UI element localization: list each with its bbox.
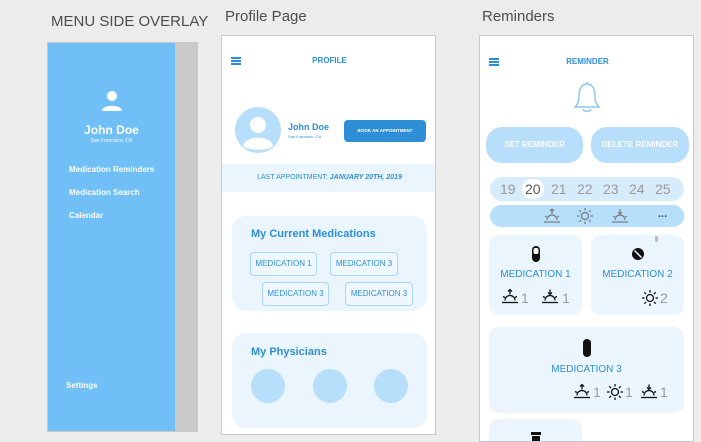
medication-chip[interactable]: MEDICATION 3 <box>345 282 413 306</box>
overlay-dim[interactable] <box>175 43 197 431</box>
caption-reminders: Reminders <box>482 8 555 25</box>
menu-user-name: John Doe <box>84 123 139 137</box>
sunset-icon <box>542 289 558 304</box>
user-icon <box>102 91 122 111</box>
sunrise-icon <box>574 383 590 399</box>
dose-count: 1 <box>521 290 529 306</box>
capsule-icon <box>583 339 591 357</box>
time-filter-strip: ... <box>490 205 684 227</box>
pill-bottle-icon <box>531 432 541 441</box>
caption-menu: MENU SIDE OVERLAY <box>51 13 209 30</box>
current-medications-card: My Current Medications MEDICATION 1 MEDI… <box>232 216 427 311</box>
menu-user-location: San Francisco, CA <box>90 138 133 144</box>
physicians-card: My Physicians <box>232 333 427 428</box>
physician-avatar[interactable] <box>374 369 408 403</box>
date-item[interactable]: 22 <box>577 181 593 197</box>
menu-item-calendar[interactable]: Calendar <box>69 211 103 220</box>
book-appointment-button[interactable]: BOOK AN APPOINTMENT <box>344 120 426 142</box>
delete-reminder-button[interactable]: DELETE REMINDER <box>591 127 689 163</box>
date-item[interactable]: 23 <box>603 181 619 197</box>
reminder-screen: REMINDER SET REMINDER DELETE REMINDER 19… <box>479 35 694 442</box>
date-item[interactable]: 21 <box>551 181 567 197</box>
dose-count: 1 <box>593 384 601 400</box>
capsule-icon <box>532 246 540 262</box>
pill-icon <box>632 248 644 260</box>
medication-name: MEDICATION 1 <box>500 269 571 280</box>
profile-user-location: San Francisco, CA <box>288 134 322 139</box>
last-appointment-bar: LAST APPOINTMENT: JANUARY 20TH, 2019 <box>222 164 435 192</box>
side-menu: John Doe San Francisco, CA Medication Re… <box>48 43 175 431</box>
date-item[interactable]: 25 <box>655 181 671 197</box>
medication-reminder-card[interactable]: MEDICATION 2 2 <box>591 235 684 315</box>
current-medications-heading: My Current Medications <box>251 228 376 240</box>
date-item[interactable]: 24 <box>629 181 645 197</box>
profile-screen: PROFILE John Doe San Francisco, CA BOOK … <box>221 35 436 435</box>
last-appointment-date: JANUARY 20TH, 2019 <box>329 174 402 181</box>
menu-screen: John Doe San Francisco, CA Medication Re… <box>47 42 198 432</box>
medication-name: MEDICATION 2 <box>602 269 673 280</box>
physician-avatar[interactable] <box>313 369 347 403</box>
medication-reminder-card[interactable]: MEDICATION 1 1 1 <box>489 235 582 315</box>
physicians-heading: My Physicians <box>251 346 327 358</box>
medication-reminder-card[interactable]: MEDICATION 3 1 1 1 <box>489 327 684 413</box>
sun-icon[interactable] <box>576 207 594 225</box>
sunrise-icon[interactable] <box>542 208 562 224</box>
more-options[interactable]: ... <box>658 208 667 220</box>
profile-title: PROFILE <box>312 56 347 65</box>
menu-item-medication-reminders[interactable]: Medication Reminders <box>69 165 154 174</box>
avatar <box>235 107 281 153</box>
sun-icon <box>642 290 658 306</box>
medication-name: MEDICATION 3 <box>551 364 622 375</box>
medication-chip[interactable]: MEDICATION 3 <box>262 282 329 306</box>
menu-item-settings[interactable]: Settings <box>66 381 98 390</box>
medication-chip[interactable]: MEDICATION 1 <box>250 252 317 276</box>
date-item[interactable]: 19 <box>500 181 516 197</box>
sunrise-icon <box>502 288 518 304</box>
dose-count: 1 <box>562 290 570 306</box>
profile-user-name: John Doe <box>288 122 330 132</box>
date-item-selected[interactable]: 20 <box>525 181 541 197</box>
dose-count: 1 <box>625 384 633 400</box>
set-reminder-button[interactable]: SET REMINDER <box>486 127 583 163</box>
medication-reminder-card[interactable] <box>489 419 582 441</box>
sunset-icon[interactable] <box>610 208 630 224</box>
scroll-indicator[interactable] <box>655 236 658 242</box>
sunset-icon <box>641 384 657 399</box>
dose-count: 1 <box>660 384 668 400</box>
reminder-title: REMINDER <box>566 57 609 66</box>
dose-count: 2 <box>660 290 668 306</box>
physician-avatar[interactable] <box>251 369 285 403</box>
medication-chip[interactable]: MEDICATION 3 <box>330 252 398 276</box>
caption-profile: Profile Page <box>225 8 307 25</box>
bell-icon <box>573 82 601 112</box>
last-appointment-label: LAST APPOINTMENT: <box>257 174 328 181</box>
date-strip: 19 20 21 22 23 24 25 <box>490 177 684 201</box>
sun-icon <box>607 384 623 400</box>
menu-item-medication-search[interactable]: Medication Search <box>69 188 140 197</box>
